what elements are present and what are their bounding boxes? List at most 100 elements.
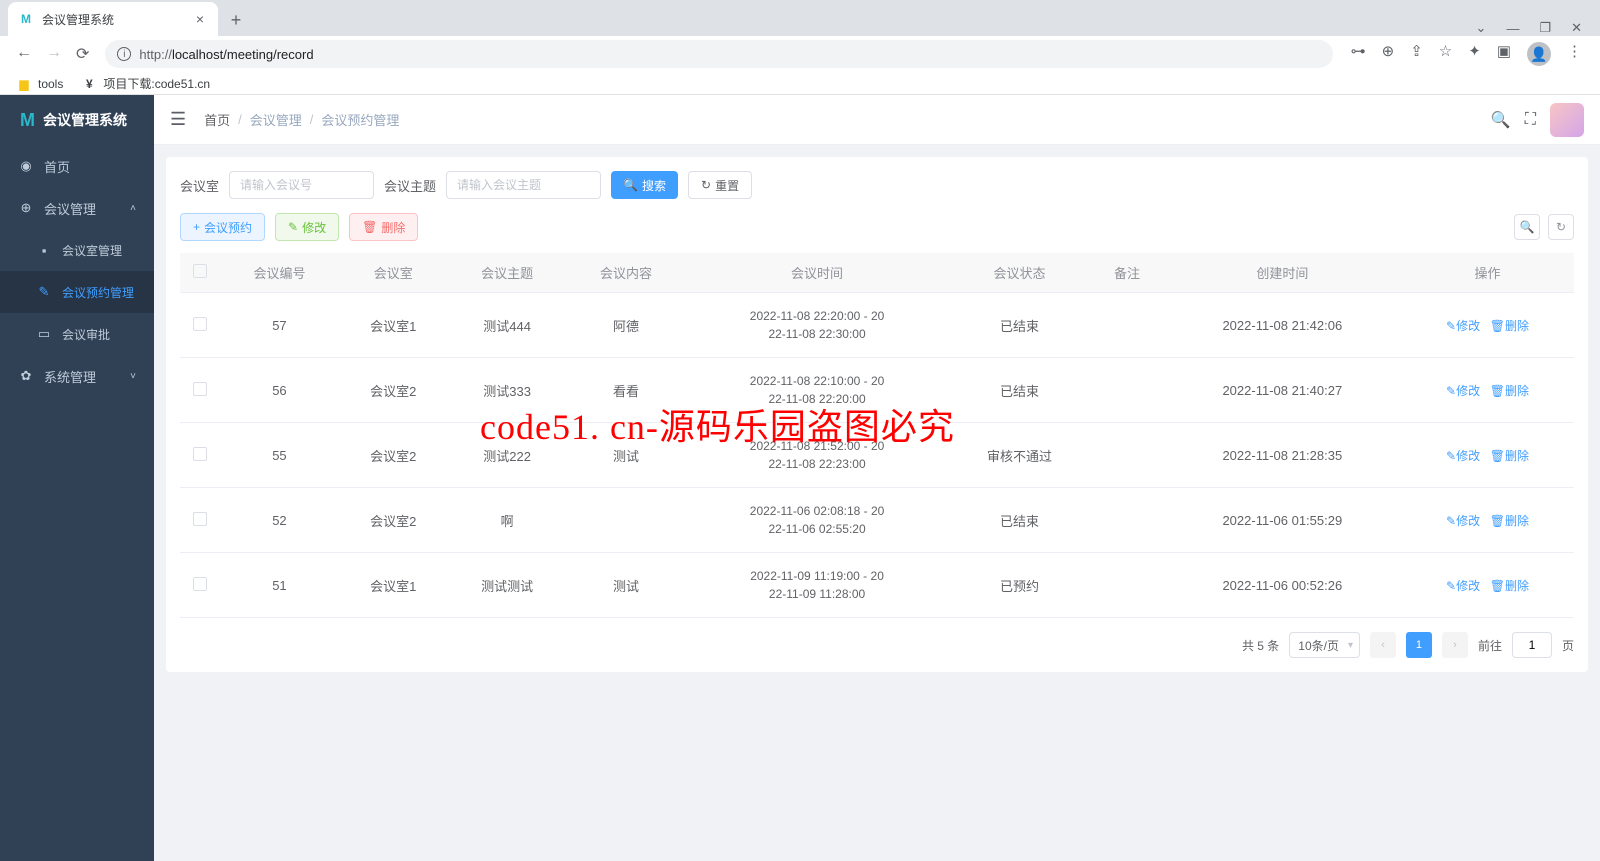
cell-topic: 测试222 xyxy=(448,423,567,488)
breadcrumb-level2: 会议预约管理 xyxy=(321,110,399,129)
prev-page-button[interactable]: ‹ xyxy=(1370,632,1396,658)
row-delete-link[interactable]: 🗑删除 xyxy=(1490,579,1529,593)
col-time: 会议时间 xyxy=(685,253,948,293)
row-edit-link[interactable]: ✎修改 xyxy=(1446,579,1480,593)
row-checkbox[interactable] xyxy=(193,382,207,396)
site-info-icon[interactable]: i xyxy=(117,47,131,61)
topic-input[interactable] xyxy=(446,171,601,199)
hamburger-icon[interactable]: ☰ xyxy=(170,109,186,130)
side-panel-icon[interactable]: ▣ xyxy=(1497,42,1511,66)
row-delete-link[interactable]: 🗑删除 xyxy=(1490,384,1529,398)
cell-room: 会议室2 xyxy=(339,423,448,488)
user-avatar[interactable] xyxy=(1550,103,1584,137)
reload-icon[interactable]: ⟳ xyxy=(76,44,89,64)
cell-actions: ✎修改 🗑删除 xyxy=(1401,488,1574,553)
user-icon: ▪ xyxy=(36,243,52,258)
sidebar-item-booking-mgmt[interactable]: ✎ 会议预约管理 xyxy=(0,271,154,313)
new-tab-button[interactable]: + xyxy=(222,6,250,34)
fullscreen-icon[interactable]: ⛶ xyxy=(1525,111,1536,129)
delete-button[interactable]: 🗑 删除 xyxy=(349,213,418,241)
dropdown-icon[interactable]: ⌄ xyxy=(1476,20,1487,36)
cell-remark xyxy=(1090,553,1163,618)
url-input[interactable]: i http://localhost/meeting/record xyxy=(105,40,1332,68)
data-table: 会议编号 会议室 会议主题 会议内容 会议时间 会议状态 备注 创建时间 操作 … xyxy=(180,253,1574,618)
sidebar-item-approval[interactable]: ▭ 会议审批 xyxy=(0,313,154,355)
close-window-icon[interactable]: ✕ xyxy=(1571,20,1582,36)
cell-actions: ✎修改 🗑删除 xyxy=(1401,553,1574,618)
cell-topic: 啊 xyxy=(448,488,567,553)
cell-status: 已结束 xyxy=(949,358,1091,423)
cell-remark xyxy=(1090,358,1163,423)
search-icon[interactable]: 🔍 xyxy=(1491,110,1511,130)
cell-content: 阿德 xyxy=(567,293,686,358)
breadcrumb-home[interactable]: 首页 xyxy=(204,110,230,129)
row-delete-link[interactable]: 🗑删除 xyxy=(1490,319,1529,333)
sidebar-item-home[interactable]: ◉ 首页 xyxy=(0,145,154,187)
cell-content xyxy=(567,488,686,553)
bookmark-icon[interactable]: ☆ xyxy=(1439,42,1452,66)
forward-icon[interactable]: → xyxy=(46,44,62,64)
room-input[interactable] xyxy=(229,171,374,199)
reset-button[interactable]: ↻ 重置 xyxy=(688,171,752,199)
address-bar: ← → ⟳ i http://localhost/meeting/record … xyxy=(0,36,1600,72)
next-page-button[interactable]: › xyxy=(1442,632,1468,658)
cell-topic: 测试333 xyxy=(448,358,567,423)
back-icon[interactable]: ← xyxy=(16,44,32,64)
profile-icon[interactable]: 👤 xyxy=(1527,42,1551,66)
row-checkbox[interactable] xyxy=(193,512,207,526)
search-button[interactable]: 🔍 搜索 xyxy=(611,171,678,199)
page-size-select[interactable]: 10条/页 xyxy=(1289,632,1360,658)
cell-created: 2022-11-08 21:42:06 xyxy=(1164,293,1401,358)
bookmark-tools[interactable]: ▆ tools xyxy=(16,76,63,92)
page-number-1[interactable]: 1 xyxy=(1406,632,1432,658)
browser-tab[interactable]: M 会议管理系统 × xyxy=(8,2,218,36)
goto-input[interactable] xyxy=(1512,632,1552,658)
add-button[interactable]: + 会议预约 xyxy=(180,213,265,241)
row-delete-link[interactable]: 🗑删除 xyxy=(1490,449,1529,463)
cell-content: 看看 xyxy=(567,358,686,423)
row-delete-link[interactable]: 🗑删除 xyxy=(1490,514,1529,528)
table-row: 55 会议室2 测试222 测试 2022-11-08 21:52:00 - 2… xyxy=(180,423,1574,488)
app-title: 会议管理系统 xyxy=(43,110,127,130)
breadcrumb-level1[interactable]: 会议管理 xyxy=(250,110,302,129)
gear-icon: ✿ xyxy=(18,368,34,384)
row-edit-link[interactable]: ✎修改 xyxy=(1446,384,1480,398)
key-icon[interactable]: ⊶ xyxy=(1351,42,1366,66)
edit-button[interactable]: ✎ 修改 xyxy=(275,213,339,241)
globe-icon: ⊕ xyxy=(18,200,34,216)
close-icon[interactable]: × xyxy=(192,11,208,27)
address-bar-actions: ⊶ ⊕ ⇪ ☆ ✦ ▣ 👤 ⋮ xyxy=(1341,42,1592,66)
row-checkbox[interactable] xyxy=(193,317,207,331)
cell-created: 2022-11-06 00:52:26 xyxy=(1164,553,1401,618)
sidebar-item-meeting-mgmt[interactable]: ⊕ 会议管理 ˄ xyxy=(0,187,154,229)
pagination: 共 5 条 10条/页 ‹ 1 › 前往 页 xyxy=(180,632,1574,658)
toggle-search-button[interactable]: 🔍 xyxy=(1514,214,1540,240)
cell-id: 57 xyxy=(220,293,339,358)
sidebar: M 会议管理系统 ◉ 首页 ⊕ 会议管理 ˄ ▪ 会议室管理 ✎ 会议预约管理 xyxy=(0,95,154,861)
share-icon[interactable]: ⇪ xyxy=(1410,42,1423,66)
row-edit-link[interactable]: ✎修改 xyxy=(1446,514,1480,528)
app-container: M 会议管理系统 ◉ 首页 ⊕ 会议管理 ˄ ▪ 会议室管理 ✎ 会议预约管理 xyxy=(0,95,1600,861)
cell-room: 会议室1 xyxy=(339,553,448,618)
breadcrumb: 首页 / 会议管理 / 会议预约管理 xyxy=(204,110,399,129)
cell-time: 2022-11-08 22:10:00 - 2022-11-08 22:20:0… xyxy=(685,358,948,423)
row-checkbox[interactable] xyxy=(193,447,207,461)
sidebar-item-room-mgmt[interactable]: ▪ 会议室管理 xyxy=(0,229,154,271)
extensions-icon[interactable]: ✦ xyxy=(1468,42,1481,66)
row-edit-link[interactable]: ✎修改 xyxy=(1446,319,1480,333)
dashboard-icon: ◉ xyxy=(18,158,34,174)
col-action: 操作 xyxy=(1401,253,1574,293)
main-panel: 会议室 会议主题 🔍 搜索 ↻ 重置 + xyxy=(166,157,1588,672)
zoom-icon[interactable]: ⊕ xyxy=(1382,42,1395,66)
minimize-icon[interactable]: — xyxy=(1506,21,1519,36)
select-all-checkbox[interactable] xyxy=(193,264,207,278)
folder-icon: ▆ xyxy=(16,76,32,92)
refresh-table-button[interactable]: ↻ xyxy=(1548,214,1574,240)
row-edit-link[interactable]: ✎修改 xyxy=(1446,449,1480,463)
row-checkbox[interactable] xyxy=(193,577,207,591)
cell-created: 2022-11-06 01:55:29 xyxy=(1164,488,1401,553)
sidebar-item-system-mgmt[interactable]: ✿ 系统管理 ˅ xyxy=(0,355,154,397)
bookmark-code51[interactable]: ¥ 项目下载:code51.cn xyxy=(81,75,210,92)
maximize-icon[interactable]: ❐ xyxy=(1539,20,1551,36)
menu-icon[interactable]: ⋮ xyxy=(1567,42,1582,66)
